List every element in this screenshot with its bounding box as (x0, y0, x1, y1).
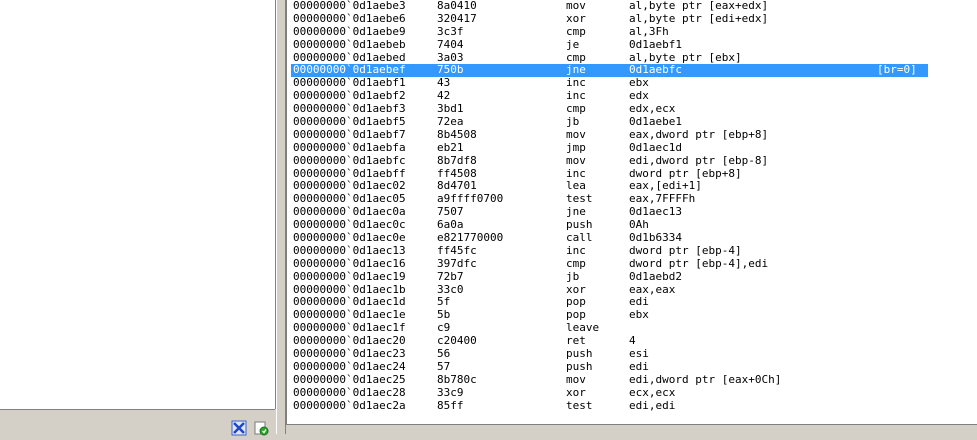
opcode-bytes: 85ff (437, 398, 464, 412)
opcode-bytes: 72ea (437, 115, 464, 129)
mnemonic: mov (566, 153, 586, 167)
mnemonic: inc (566, 243, 586, 257)
disassembly-view[interactable]: 00000000`0d1aebe3 8a0410 mov al,byte ptr [e… (286, 0, 977, 425)
address: 00000000`0d1aebf7 (293, 127, 406, 141)
operands: 0d1aebd2 (629, 269, 682, 283)
instruction-row[interactable]: 00000000`0d1aebfa eb21 jmp 0d1aec1d (287, 140, 977, 155)
mnemonic: test (566, 398, 593, 412)
address: 00000000`0d1aebfa (293, 140, 406, 154)
address: 00000000`0d1aec13 (293, 243, 406, 257)
operands: al,byte ptr [eax+edx] (629, 0, 769, 12)
opcode-bytes: 33c9 (437, 385, 464, 399)
address: 00000000`0d1aebeb (293, 37, 406, 51)
operands: al,3Fh (629, 24, 669, 38)
operands: dword ptr [ebp-4] (629, 243, 742, 257)
mnemonic: call (566, 231, 593, 245)
mnemonic: jb (566, 269, 580, 283)
opcode-bytes: 397dfc (437, 256, 477, 270)
operands: 0d1aec1d (629, 140, 682, 154)
instruction-row[interactable]: 00000000`0d1aebf7 8b4508 mov eax,dword ptr … (287, 127, 977, 142)
operands: 0d1aebf1 (629, 37, 682, 51)
address: 00000000`0d1aec2a (293, 398, 406, 412)
operands: edi,dword ptr [eax+0Ch] (629, 372, 782, 386)
left-status-bar (0, 409, 275, 436)
opcode-bytes: e821770000 (437, 231, 504, 245)
mnemonic: jb (566, 115, 580, 129)
operands: al,byte ptr [edi+edx] (629, 11, 769, 25)
instruction-row[interactable]: 00000000`0d1aebe3 8a0410 mov al,byte ptr [e… (287, 0, 977, 13)
instruction-row[interactable]: 00000000`0d1aec28 33c9 xor ecx,ecx (287, 385, 977, 400)
operands: edi,dword ptr [ebp-8] (629, 153, 769, 167)
mnemonic: mov (566, 0, 586, 12)
operands: 0d1b6334 (629, 231, 682, 245)
mnemonic: mov (566, 127, 586, 141)
instruction-row[interactable]: 00000000`0d1aebeb 7404 je 0d1aebf1 (287, 37, 977, 52)
instruction-row[interactable]: 00000000`0d1aebe9 3c3f cmp al,3Fh (287, 24, 977, 39)
opcode-bytes: ff45fc (437, 243, 477, 257)
operands: dword ptr [ebp-4],edi (629, 256, 769, 270)
mnemonic: je (566, 37, 580, 51)
opcode-bytes: 57 (437, 359, 451, 373)
instruction-row[interactable]: 00000000`0d1aec19 72b7 jb 0d1aebd2 (287, 269, 977, 284)
opcode-bytes: 7404 (437, 37, 464, 51)
address: 00000000`0d1aec24 (293, 359, 406, 373)
instruction-row[interactable]: 00000000`0d1aebe6 320417 xor al,byte ptr [e… (287, 11, 977, 26)
operands: eax,dword ptr [ebp+8] (629, 127, 769, 141)
address: 00000000`0d1aebe9 (293, 24, 406, 38)
operands: ebx (629, 308, 649, 322)
address: 00000000`0d1aebe6 (293, 11, 406, 25)
instruction-row[interactable]: 00000000`0d1aec16 397dfc cmp dword ptr [ebp… (287, 256, 977, 271)
opcode-bytes: 8a0410 (437, 0, 477, 12)
opcode-bytes: eb21 (437, 140, 464, 154)
instruction-row[interactable]: 00000000`0d1aec0e e821770000 call 0d1b6334 (287, 231, 977, 245)
mnemonic: jmp (566, 140, 586, 154)
instruction-row[interactable]: 00000000`0d1aec23 56 push esi (287, 347, 977, 361)
mnemonic: mov (566, 372, 586, 386)
address: 00000000`0d1aebf5 (293, 115, 406, 129)
operands: ecx,ecx (629, 385, 676, 399)
operands: 0d1aebe1 (629, 115, 682, 129)
address: 00000000`0d1aec25 (293, 372, 406, 386)
left-pane[interactable] (0, 0, 276, 409)
operands: edi,edi (629, 398, 676, 412)
address: 00000000`0d1aec19 (293, 269, 406, 283)
mnemonic: cmp (566, 24, 586, 38)
opcode-bytes: 72b7 (437, 269, 464, 283)
opcode-bytes: 8b780c (437, 372, 477, 386)
address: 00000000`0d1aec28 (293, 385, 406, 399)
opcode-bytes: 3c3f (437, 24, 464, 38)
address: 00000000`0d1aebfc (293, 153, 406, 167)
mnemonic: cmp (566, 256, 586, 270)
pane-splitter[interactable] (276, 0, 286, 434)
address: 00000000`0d1aec16 (293, 256, 406, 270)
instruction-row[interactable]: 00000000`0d1aec2a 85ff test edi,edi (287, 398, 977, 413)
opcode-bytes: 8b4508 (437, 127, 477, 141)
instruction-row[interactable]: 00000000`0d1aebfc 8b7df8 mov edi,dword ptr … (287, 153, 977, 168)
instruction-row[interactable]: 00000000`0d1aebf5 72ea jb 0d1aebe1 (287, 115, 977, 129)
instruction-row[interactable]: 00000000`0d1aec13 ff45fc inc dword ptr [ebp… (287, 243, 977, 258)
horizontal-scrollbar-area[interactable] (286, 425, 977, 434)
mnemonic: xor (566, 11, 586, 25)
instruction-row[interactable]: 00000000`0d1aec24 57 push edi (287, 359, 977, 374)
opcode-bytes: 8b7df8 (437, 153, 477, 167)
operands: edi (629, 359, 649, 373)
address: 00000000`0d1aebe3 (293, 0, 406, 12)
branch-note: [br=0] (877, 63, 917, 77)
address: 00000000`0d1aec0e (293, 231, 406, 245)
opcode-bytes: 320417 (437, 11, 477, 25)
mnemonic: xor (566, 385, 586, 399)
instruction-row[interactable]: 00000000`0d1aec25 8b780c mov edi,dword ptr … (287, 372, 977, 387)
mnemonic: push (566, 359, 593, 373)
